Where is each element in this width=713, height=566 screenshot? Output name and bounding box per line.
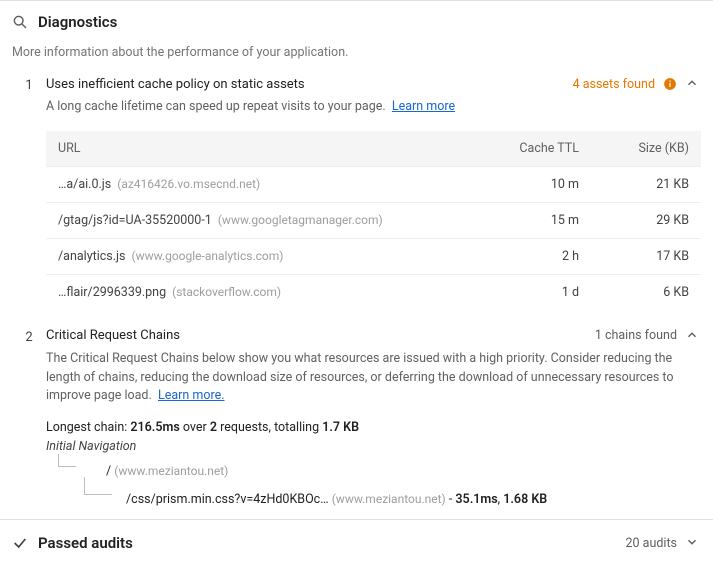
audit-title: Uses inefficient cache policy on static … — [46, 77, 565, 92]
chevron-down-icon[interactable] — [685, 535, 701, 551]
chain-root: Initial Navigation — [46, 439, 701, 454]
chevron-up-icon[interactable] — [685, 76, 701, 92]
table-row: …a/ai.0.js(az416426.vo.msecnd.net) 10 m … — [46, 166, 701, 202]
diagnostics-section: Diagnostics More information about the p… — [0, 0, 713, 519]
cache-assets-table: URL Cache TTL Size (KB) …a/ai.0.js(az416… — [46, 131, 701, 310]
chain-longest: Longest chain: 216.5ms over 2 requests, … — [46, 420, 701, 435]
diagnostics-description: More information about the performance o… — [12, 45, 701, 60]
diagnostics-header: Diagnostics — [12, 13, 701, 39]
audit-summary: 4 assets found — [573, 77, 655, 92]
audit-description: The Critical Request Chains below show y… — [46, 350, 701, 406]
chain-node: / (www.meziantou.net) — [46, 457, 701, 479]
audit-summary: 1 chains found — [595, 328, 677, 343]
tree-connector-icon — [46, 457, 106, 475]
table-header-ttl: Cache TTL — [486, 131, 591, 167]
check-icon — [12, 535, 28, 551]
table-header-url: URL — [46, 131, 486, 167]
request-chain: Longest chain: 216.5ms over 2 requests, … — [46, 420, 701, 507]
audit-description: A long cache lifetime can speed up repea… — [46, 98, 701, 117]
table-row: /analytics.js(www.google-analytics.com) … — [46, 238, 701, 274]
audit-title: Critical Request Chains — [46, 328, 587, 343]
audit-header[interactable]: Critical Request Chains 1 chains found — [46, 328, 701, 344]
info-icon — [663, 77, 677, 91]
audit-header[interactable]: Uses inefficient cache policy on static … — [46, 76, 701, 92]
chain-node: /css/prism.min.css?v=4zHd0KBOc… (www.mez… — [46, 485, 701, 507]
learn-more-link[interactable]: Learn more. — [158, 388, 225, 403]
audit-item: 2 Critical Request Chains 1 chains found… — [12, 322, 701, 519]
passed-audits-count: 20 audits — [626, 536, 677, 551]
passed-audits-section[interactable]: Passed audits 20 audits — [0, 519, 713, 566]
magnifier-icon — [12, 14, 28, 30]
table-header-size: Size (KB) — [591, 131, 701, 167]
chevron-up-icon[interactable] — [685, 328, 701, 344]
audit-index: 2 — [12, 328, 46, 507]
learn-more-link[interactable]: Learn more — [392, 99, 455, 114]
audit-item: 1 Uses inefficient cache policy on stati… — [12, 70, 701, 322]
table-row: …flair/2996339.png(stackoverflow.com) 1 … — [46, 274, 701, 310]
tree-connector-icon — [46, 485, 126, 503]
table-row: /gtag/js?id=UA-35520000-1(www.googletagm… — [46, 202, 701, 238]
audit-index: 1 — [12, 76, 46, 310]
chain-stats: - 35.1ms, 1.68 KB — [446, 492, 547, 507]
diagnostics-title: Diagnostics — [38, 13, 117, 31]
